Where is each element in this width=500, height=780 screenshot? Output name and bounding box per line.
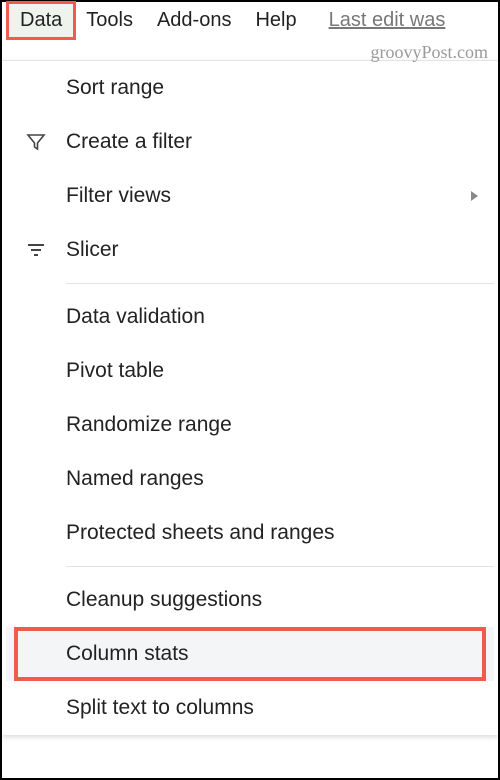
chevron-right-icon [470, 190, 480, 202]
menu-create-filter[interactable]: Create a filter [6, 115, 494, 169]
menu-split-text[interactable]: Split text to columns [6, 681, 494, 735]
menu-addons[interactable]: Add-ons [145, 3, 244, 38]
filter-icon [26, 132, 66, 152]
menu-label: Add-ons [157, 9, 232, 31]
menu-help[interactable]: Help [243, 3, 308, 38]
menu-data-validation[interactable]: Data validation [6, 290, 494, 344]
menu-cleanup-suggestions[interactable]: Cleanup suggestions [6, 573, 494, 627]
slicer-icon [26, 240, 66, 260]
data-dropdown: Sort range Create a filter Filter views [2, 60, 498, 735]
menu-item-label: Randomize range [66, 413, 486, 437]
menu-randomize-range[interactable]: Randomize range [6, 398, 494, 452]
menu-item-label: Pivot table [66, 359, 486, 383]
menu-item-label: Slicer [66, 238, 486, 262]
menu-item-label: Column stats [66, 642, 486, 666]
menu-slicer[interactable]: Slicer [6, 223, 494, 277]
menu-data[interactable]: Data [8, 3, 74, 38]
menu-item-label: Named ranges [66, 467, 486, 491]
menu-item-label: Data validation [66, 305, 486, 329]
menu-item-label: Filter views [66, 184, 470, 208]
menu-tools[interactable]: Tools [74, 3, 145, 38]
menu-column-stats[interactable]: Column stats [6, 627, 494, 681]
menu-filter-views[interactable]: Filter views [6, 169, 494, 223]
menu-label: Tools [86, 9, 133, 31]
menu-sort-range[interactable]: Sort range [6, 61, 494, 115]
menu-protected-sheets[interactable]: Protected sheets and ranges [6, 506, 494, 560]
menu-divider [66, 566, 494, 567]
menu-label: Data [20, 9, 62, 31]
menu-named-ranges[interactable]: Named ranges [6, 452, 494, 506]
menu-item-label: Create a filter [66, 130, 486, 154]
menu-item-label: Protected sheets and ranges [66, 521, 486, 545]
menu-item-label: Sort range [66, 76, 486, 100]
menu-item-label: Cleanup suggestions [66, 588, 486, 612]
last-edit-link[interactable]: Last edit was [329, 9, 446, 32]
menu-pivot-table[interactable]: Pivot table [6, 344, 494, 398]
menu-item-label: Split text to columns [66, 696, 486, 720]
menubar: Data Tools Add-ons Help Last edit was [2, 2, 498, 40]
menu-label: Help [255, 9, 296, 31]
last-edit-text: Last edit was [329, 9, 446, 31]
watermark: groovyPost.com [370, 42, 488, 63]
menu-divider [66, 283, 494, 284]
